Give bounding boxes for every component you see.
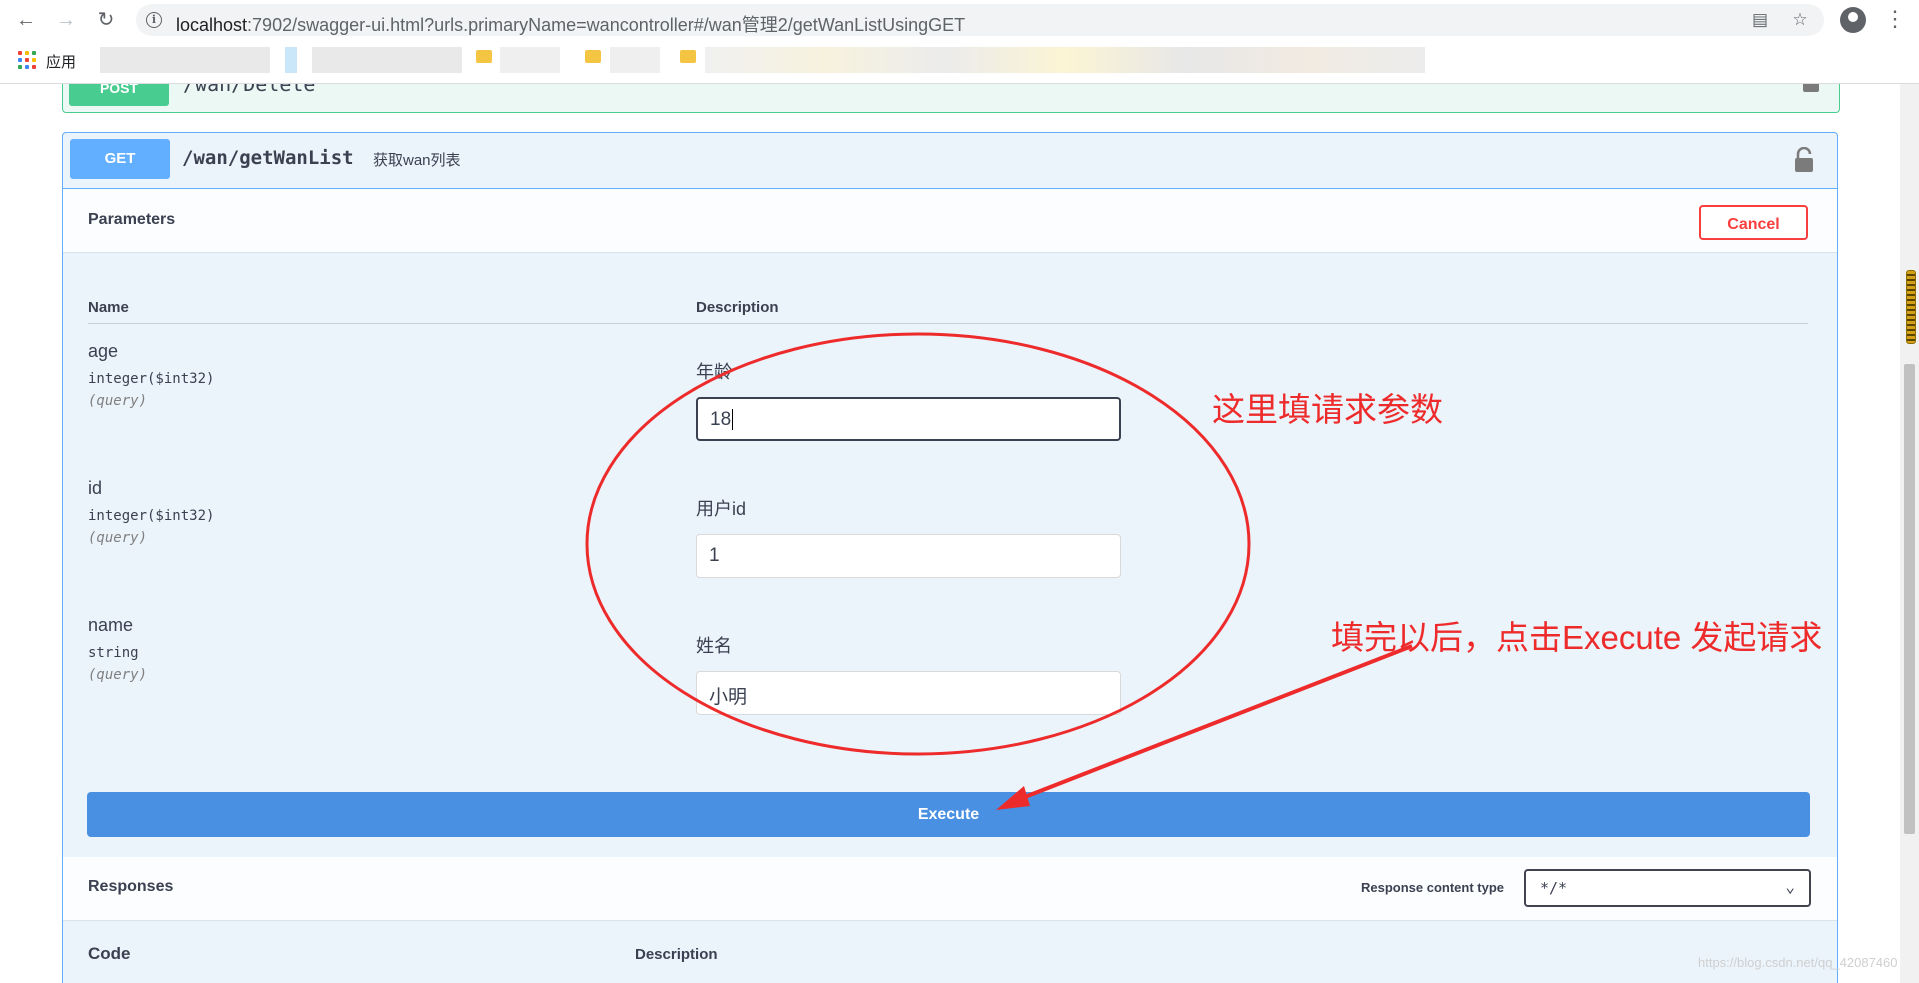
- bookmark-blurred[interactable]: [500, 47, 560, 73]
- bookmarks-bar: 应用: [0, 41, 1919, 84]
- param-description: 用户id: [696, 499, 747, 519]
- translate-icon[interactable]: ▤: [1750, 10, 1770, 30]
- annotation-click-execute: 填完以后，点击Execute 发起请求: [1331, 619, 1823, 656]
- scrollbar-thumb[interactable]: [1904, 364, 1915, 834]
- bookmark-blurred[interactable]: [285, 47, 297, 73]
- forward-icon[interactable]: →: [54, 8, 78, 32]
- bookmark-blurred[interactable]: [312, 47, 462, 73]
- param-location: (query): [88, 530, 148, 546]
- page-scrollbar[interactable]: [1900, 84, 1919, 983]
- cancel-button[interactable]: Cancel: [1699, 205, 1808, 240]
- star-icon[interactable]: ☆: [1790, 10, 1810, 30]
- parameters-title: Parameters: [88, 211, 176, 228]
- param-name: id: [88, 478, 103, 498]
- param-type: integer($int32): [88, 508, 215, 524]
- bookmark-blurred[interactable]: [610, 47, 660, 73]
- param-type: string: [88, 645, 139, 661]
- folder-icon[interactable]: [680, 50, 696, 63]
- param-description: 年龄: [696, 362, 732, 382]
- method-badge-post: POST: [69, 84, 169, 106]
- site-info-icon[interactable]: i: [146, 12, 162, 28]
- lock-icon[interactable]: [1803, 84, 1819, 92]
- bookmarks-blurred[interactable]: [705, 47, 1425, 73]
- folder-icon[interactable]: [476, 50, 492, 63]
- param-name: age: [88, 341, 119, 361]
- operation-path: /wan/Delete: [183, 84, 316, 96]
- parameters-header: Parameters Cancel: [63, 189, 1837, 253]
- param-description: 姓名: [696, 636, 732, 656]
- folder-icon[interactable]: [585, 50, 601, 63]
- column-header-description: Description: [696, 299, 779, 316]
- param-name: name: [88, 615, 134, 635]
- param-input-age[interactable]: 18: [696, 397, 1121, 441]
- swagger-page: POST /wan/Delete GET /wan/getWanList 获取w…: [0, 84, 1900, 983]
- response-content-type-label: Response content type: [1361, 880, 1505, 895]
- method-badge-get: GET: [70, 139, 170, 179]
- operation-summary[interactable]: GET /wan/getWanList 获取wan列表: [63, 133, 1837, 189]
- url-text[interactable]: localhost:7902/swagger-ui.html?urls.prim…: [176, 11, 965, 37]
- reload-icon[interactable]: ↻: [94, 8, 118, 32]
- param-location: (query): [88, 393, 148, 409]
- menu-dots-icon[interactable]: ⋮: [1884, 6, 1906, 32]
- address-bar[interactable]: i localhost:7902/swagger-ui.html?urls.pr…: [136, 4, 1824, 36]
- operation-post-delete[interactable]: POST /wan/Delete: [62, 84, 1840, 113]
- param-location: (query): [88, 667, 148, 683]
- text-cursor: [732, 409, 734, 430]
- unlock-icon[interactable]: [1793, 147, 1815, 173]
- bookmark-blurred[interactable]: [100, 47, 270, 73]
- operation-path: /wan/getWanList: [182, 147, 354, 169]
- responses-header: Responses Response content type */* ⌄: [63, 857, 1837, 921]
- scroll-grip-icon[interactable]: [1906, 270, 1916, 344]
- param-input-name[interactable]: 小明: [696, 671, 1121, 715]
- param-type: integer($int32): [88, 371, 215, 387]
- param-input-id[interactable]: 1: [696, 534, 1121, 578]
- responses-title: Responses: [88, 878, 174, 895]
- apps-grid-icon[interactable]: [18, 51, 36, 69]
- execute-button[interactable]: Execute: [87, 792, 1810, 837]
- column-header-name: Name: [88, 299, 129, 316]
- response-content-type-select[interactable]: */* ⌄: [1524, 869, 1811, 907]
- operation-get-wan-list: GET /wan/getWanList 获取wan列表 Parameters C…: [62, 132, 1838, 983]
- responses-column-description: Description: [635, 946, 718, 963]
- back-icon[interactable]: ←: [14, 8, 38, 32]
- operation-summary-text: 获取wan列表: [373, 152, 461, 169]
- watermark: https://blog.csdn.net/qq_42087460: [1698, 955, 1898, 970]
- responses-column-code: Code: [88, 944, 131, 963]
- header-divider: [88, 323, 1808, 324]
- chevron-down-icon: ⌄: [1785, 877, 1795, 896]
- apps-label[interactable]: 应用: [46, 51, 76, 72]
- profile-avatar-icon[interactable]: [1840, 7, 1866, 33]
- browser-toolbar: ← → ↻ i localhost:7902/swagger-ui.html?u…: [0, 0, 1919, 41]
- annotation-fill-params: 这里填请求参数: [1212, 391, 1443, 428]
